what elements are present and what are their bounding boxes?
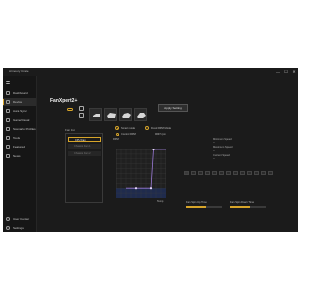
apply-setting-button[interactable]: Apply Setting bbox=[158, 104, 188, 112]
sidebar-item-label: Featured bbox=[13, 145, 26, 149]
spin-up-label: Fan Spin Up Time bbox=[186, 201, 207, 204]
sidebar-item-tools[interactable]: Tools bbox=[3, 134, 36, 142]
x-axis-label: Temp bbox=[157, 200, 164, 203]
turbo-mode-button[interactable] bbox=[119, 108, 132, 121]
stat-label: Minimum Speed bbox=[213, 138, 232, 141]
news-icon bbox=[6, 154, 10, 158]
speed-cell[interactable] bbox=[191, 171, 196, 175]
control-rpm-label: Control RPM bbox=[121, 133, 136, 136]
sidebar-item-aura-sync[interactable]: Aura Sync bbox=[3, 107, 36, 115]
sidebar-item-label: GameVisual bbox=[13, 118, 30, 122]
sidebar-item-label: Settings bbox=[13, 226, 24, 230]
app-title: Armoury Crate bbox=[9, 69, 29, 73]
speed-cell[interactable] bbox=[219, 171, 224, 175]
standard-mode-button[interactable] bbox=[104, 108, 117, 121]
fixed-rpm-radio[interactable] bbox=[145, 126, 149, 130]
speed-cell[interactable] bbox=[198, 171, 203, 175]
stat-value: -- bbox=[213, 141, 215, 144]
spin-down-slider[interactable] bbox=[230, 206, 266, 208]
speed-cell[interactable] bbox=[247, 171, 252, 175]
turbo-mode-icon bbox=[122, 113, 131, 118]
close-button[interactable]: ✕ bbox=[290, 68, 298, 75]
fan-profile-icon[interactable] bbox=[79, 106, 84, 111]
user-icon bbox=[6, 217, 10, 221]
sidebar-item-device[interactable]: Device bbox=[3, 98, 36, 106]
sidebar-item-label: Scenario Profiles bbox=[13, 127, 36, 131]
speed-cell[interactable] bbox=[254, 171, 259, 175]
stat-value: -- bbox=[213, 149, 215, 152]
fixed-rpm-label: Fixed RPM Mode bbox=[151, 126, 172, 130]
fan-list: CPU Fan Chassis Fan 1 Chassis Fan 2 bbox=[65, 133, 103, 203]
fan-list-item[interactable]: CPU Fan bbox=[68, 137, 101, 142]
fan-curve-chart[interactable] bbox=[116, 149, 166, 198]
speed-cell[interactable] bbox=[268, 171, 273, 175]
silent-mode-button[interactable] bbox=[89, 108, 102, 121]
aura-icon bbox=[6, 109, 10, 113]
profile-icon bbox=[6, 127, 10, 131]
speed-cell[interactable] bbox=[233, 171, 238, 175]
control-rpm-radio[interactable] bbox=[116, 133, 120, 137]
sidebar-item-label: Device bbox=[13, 100, 23, 104]
smart-mode-radio[interactable] bbox=[115, 126, 119, 130]
gear-icon bbox=[6, 226, 10, 230]
minimize-button[interactable]: — bbox=[274, 68, 282, 75]
sidebar-item-featured[interactable]: Featured bbox=[3, 143, 36, 151]
rpm-readout: 9697 rpm bbox=[155, 133, 166, 136]
fan-list-item[interactable]: Chassis Fan 1 bbox=[68, 144, 101, 149]
spin-up-fill bbox=[186, 206, 206, 208]
save-icon[interactable] bbox=[79, 113, 84, 118]
silent-mode-icon bbox=[93, 114, 100, 117]
fullspeed-mode-icon bbox=[137, 113, 146, 118]
device-icon bbox=[6, 100, 10, 104]
sidebar-item-label: Dashboard bbox=[13, 91, 28, 95]
sidebar-item-settings[interactable]: Settings bbox=[3, 224, 36, 232]
speed-cell[interactable] bbox=[240, 171, 245, 175]
sidebar-item-news[interactable]: News bbox=[3, 152, 36, 160]
curve-point[interactable] bbox=[149, 187, 153, 190]
stat-label: Current Speed bbox=[213, 154, 230, 157]
fan-list-header: Fan list bbox=[65, 128, 75, 132]
smart-mode-label: Smart mode bbox=[121, 126, 136, 130]
sidebar-item-dashboard[interactable]: Dashboard bbox=[3, 89, 36, 97]
app-window: Armoury Crate — ☐ ✕ Dashboard Device Aur… bbox=[3, 68, 298, 232]
fullspeed-mode-button[interactable] bbox=[134, 108, 147, 121]
speed-cell[interactable] bbox=[261, 171, 266, 175]
sidebar-item-label: User Center bbox=[13, 217, 30, 221]
star-icon bbox=[6, 145, 10, 149]
toggle-switch[interactable] bbox=[67, 108, 73, 111]
spin-down-label: Fan Spin Down Time bbox=[230, 201, 255, 204]
spin-down-fill bbox=[230, 206, 250, 208]
maximize-button[interactable]: ☐ bbox=[282, 68, 290, 75]
y-axis-label: RPM bbox=[113, 138, 119, 141]
main-content: FanXpert2+ Apply Setting Fan list CPU Fa… bbox=[37, 76, 298, 232]
sidebar-item-user-center[interactable]: User Center bbox=[3, 215, 36, 223]
page-title: FanXpert2+ bbox=[50, 98, 78, 104]
title-bar: Armoury Crate — ☐ ✕ bbox=[3, 68, 298, 76]
sidebar-item-label: Tools bbox=[13, 136, 21, 140]
curve-point[interactable] bbox=[134, 187, 138, 190]
sidebar-item-scenario-profiles[interactable]: Scenario Profiles bbox=[3, 125, 36, 133]
hamburger-menu[interactable] bbox=[3, 78, 36, 86]
stat-label: Maximum Speed bbox=[213, 146, 233, 149]
menu-icon bbox=[6, 80, 10, 84]
sidebar: Dashboard Device Aura Sync GameVisual Sc… bbox=[3, 76, 37, 232]
tools-icon bbox=[6, 136, 10, 140]
spin-up-slider[interactable] bbox=[186, 206, 222, 208]
stat-value: -- bbox=[213, 157, 215, 160]
speed-cell[interactable] bbox=[212, 171, 217, 175]
dashboard-icon bbox=[6, 91, 10, 95]
speed-cell[interactable] bbox=[226, 171, 231, 175]
standard-mode-icon bbox=[107, 113, 116, 118]
sidebar-item-label: Aura Sync bbox=[13, 109, 27, 113]
speed-cell[interactable] bbox=[205, 171, 210, 175]
speed-cell[interactable] bbox=[184, 171, 189, 175]
fan-list-item[interactable]: Chassis Fan 2 bbox=[68, 151, 101, 156]
monitor-icon bbox=[6, 118, 10, 122]
sidebar-item-label: News bbox=[13, 154, 21, 158]
sidebar-item-gamevisual[interactable]: GameVisual bbox=[3, 116, 36, 124]
